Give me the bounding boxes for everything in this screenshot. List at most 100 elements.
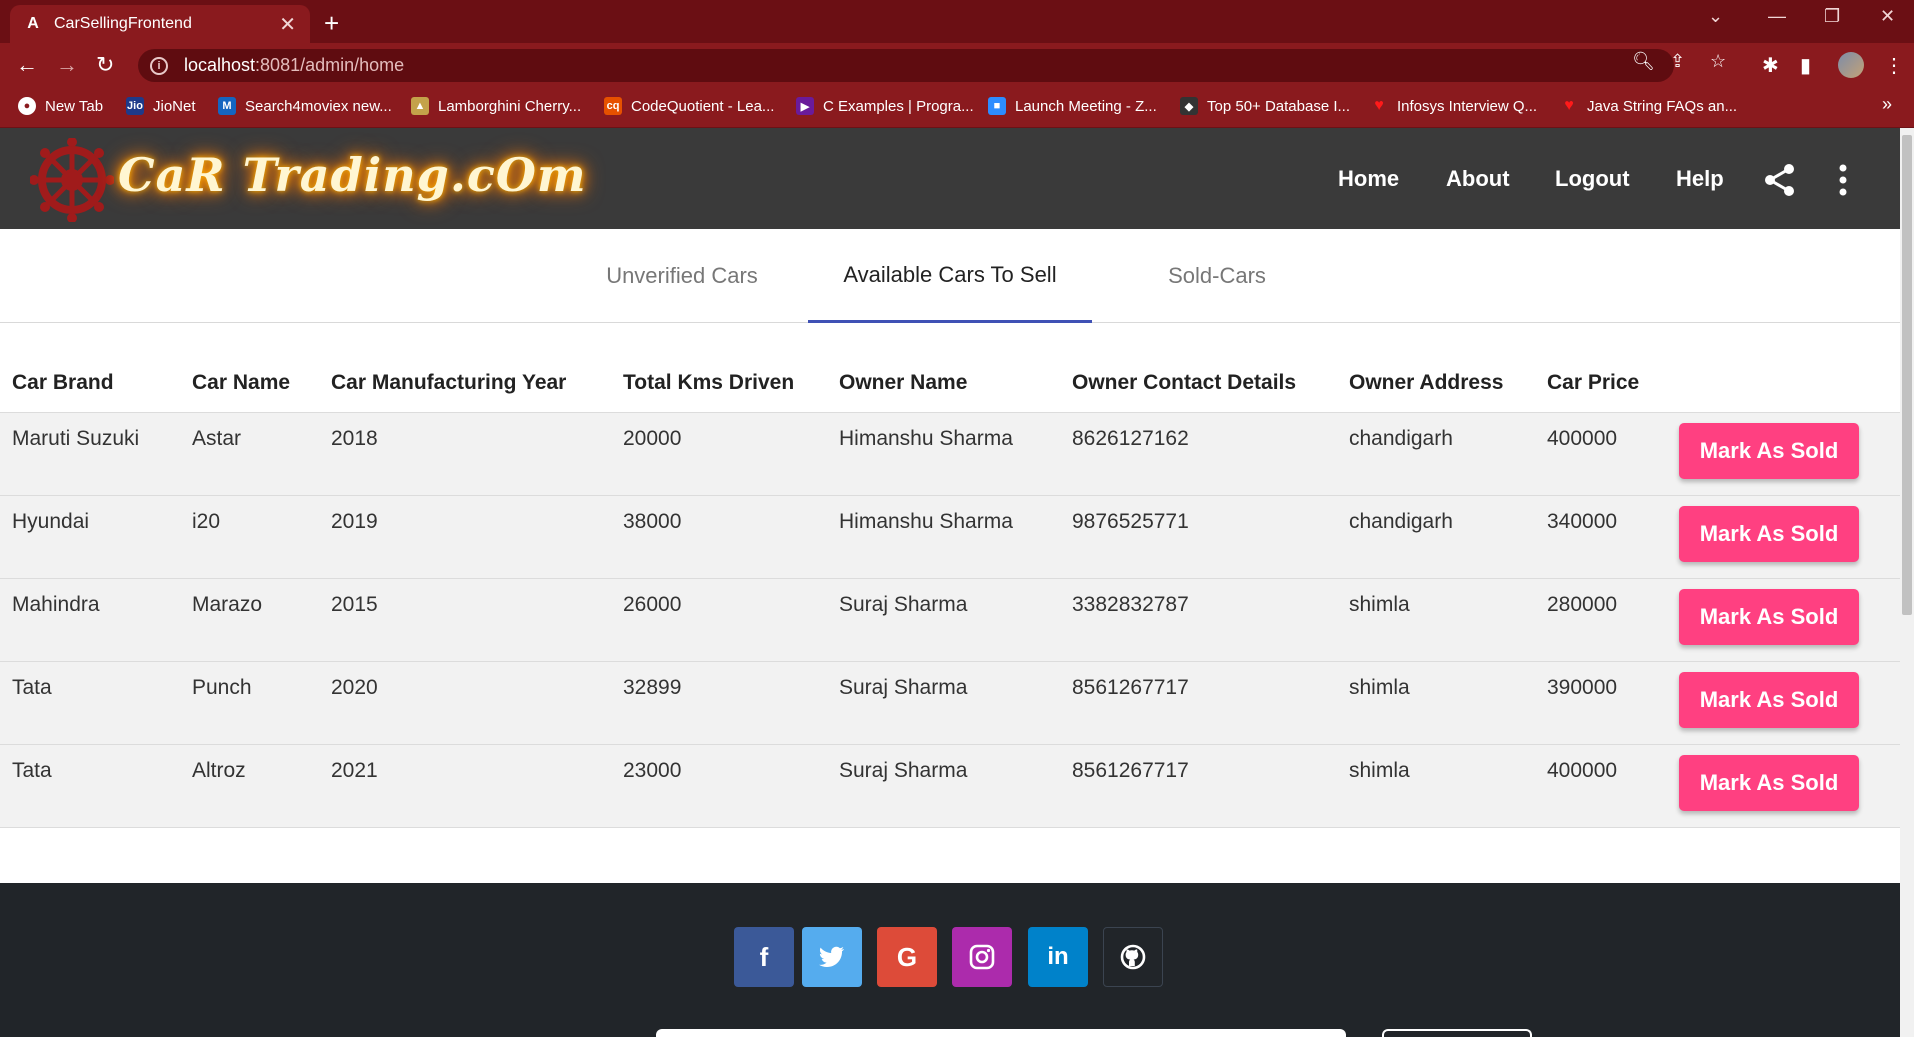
table-cell: shimla [1337, 743, 1535, 828]
table-cell: 400000 [1535, 411, 1667, 495]
bookmark-item[interactable]: ● New Tab [18, 97, 103, 115]
profile-avatar[interactable] [1838, 52, 1864, 78]
nav-home-link[interactable]: Home [1338, 166, 1399, 192]
table-cell: 26000 [611, 577, 827, 661]
more-options-icon[interactable] [1838, 164, 1848, 196]
close-tab-icon[interactable]: ✕ [279, 12, 296, 37]
table-cell: 400000 [1535, 743, 1667, 828]
mark-as-sold-button[interactable]: Mark As Sold [1679, 754, 1859, 811]
brand-logo-text[interactable]: CaR Trading.cOm [118, 148, 587, 202]
back-icon[interactable]: ← [16, 52, 38, 78]
site-info-icon[interactable]: i [150, 56, 168, 75]
bookmark-star-icon[interactable]: ☆ [1710, 51, 1726, 72]
table-cell: Hyundai [0, 494, 180, 578]
chrome-icon: ● [18, 97, 36, 115]
twitter-icon[interactable] [802, 927, 862, 987]
share-page-icon[interactable]: ⇪ [1670, 51, 1685, 72]
bookmark-item[interactable]: Jio JioNet [126, 97, 196, 115]
column-header: Owner Name [839, 371, 968, 395]
close-window-icon[interactable]: ✕ [1880, 6, 1895, 27]
minimize-icon[interactable]: — [1768, 6, 1786, 27]
cq-icon: cq [604, 97, 622, 115]
bookmark-item[interactable]: cq CodeQuotient - Lea... [604, 97, 774, 115]
table-cell: Suraj Sharma [827, 577, 1060, 661]
table-cell: 2019 [319, 494, 611, 578]
table-cell: Punch [180, 660, 319, 744]
column-header-actions [1667, 355, 1900, 412]
instagram-icon[interactable] [952, 927, 1012, 987]
table-cell: 280000 [1535, 577, 1667, 661]
tab-sold-cars[interactable]: Sold-Cars [1116, 229, 1318, 323]
table-cell: 2020 [319, 660, 611, 744]
browser-menu-icon[interactable]: ⋮ [1884, 53, 1904, 78]
mark-as-sold-button[interactable]: Mark As Sold [1679, 422, 1859, 479]
column-header: Car Manufacturing Year [331, 371, 567, 395]
table-cell: shimla [1337, 660, 1535, 744]
wheel-logo-icon [30, 138, 114, 222]
table-cell-action: Mark As Sold [1667, 743, 1900, 828]
table-cell: Suraj Sharma [827, 743, 1060, 828]
table-cell: 32899 [611, 660, 827, 744]
table-cell: chandigarh [1337, 411, 1535, 495]
browser-tab[interactable]: A CarSellingFrontend ✕ [10, 5, 310, 43]
linkedin-icon[interactable]: in [1028, 927, 1088, 987]
table-cell: 8561267717 [1060, 660, 1337, 744]
facebook-icon[interactable]: f [734, 927, 794, 987]
google-icon[interactable]: G [877, 927, 937, 987]
zoom-icon[interactable]: 🔍︎ [1632, 51, 1655, 72]
available-cars-table: Car Brand Car Name Car Manufacturing Yea… [0, 355, 1900, 828]
restore-icon[interactable]: ❐ [1824, 6, 1840, 27]
newsletter-email-input[interactable] [656, 1029, 1346, 1037]
table-cell: Tata [0, 743, 180, 828]
heart-icon: ♥ [1564, 97, 1574, 114]
extensions-icon[interactable]: ✱ [1762, 53, 1779, 78]
lamborghini-icon: ▲ [411, 97, 429, 115]
new-tab-icon[interactable]: + [324, 8, 339, 39]
column-header: Car Price [1547, 371, 1640, 395]
bookmark-item[interactable]: ▶ C Examples | Progra... [796, 97, 974, 115]
bookmark-item[interactable]: ♥ Java String FAQs an... [1560, 97, 1737, 115]
bookmark-label: JioNet [153, 97, 196, 115]
side-panel-icon[interactable]: ▮ [1800, 53, 1811, 78]
tab-unverified-cars[interactable]: Unverified Cars [580, 229, 784, 323]
reload-icon[interactable]: ↻ [96, 52, 114, 78]
bookmark-item[interactable]: ◆ Top 50+ Database I... [1180, 97, 1350, 115]
bookmark-item[interactable]: M Search4moviex new... [218, 97, 392, 115]
bookmark-item[interactable]: ♥ Infosys Interview Q... [1370, 97, 1537, 115]
bookmark-item[interactable]: ▲ Lamborghini Cherry... [411, 97, 581, 115]
table-cell: Himanshu Sharma [827, 411, 1060, 495]
jio-icon: Jio [126, 97, 144, 115]
db-icon: ◆ [1180, 97, 1198, 115]
bookmark-label: Launch Meeting - Z... [1015, 97, 1157, 115]
bookmark-label: Top 50+ Database I... [1207, 97, 1351, 115]
nav-about-link[interactable]: About [1446, 166, 1510, 192]
table-cell: Mahindra [0, 577, 180, 661]
tab-search-icon[interactable]: ⌄ [1708, 6, 1723, 27]
table-cell: Maruti Suzuki [0, 411, 180, 495]
bookmark-label: New Tab [45, 97, 104, 115]
scrollbar-thumb[interactable] [1902, 135, 1912, 615]
nav-logout-link[interactable]: Logout [1555, 166, 1630, 192]
table-cell: 8561267717 [1060, 743, 1337, 828]
nav-help-link[interactable]: Help [1676, 166, 1724, 192]
newsletter-subscribe-button[interactable] [1382, 1029, 1532, 1037]
mark-as-sold-button[interactable]: Mark As Sold [1679, 505, 1859, 562]
bookmark-item[interactable]: ■ Launch Meeting - Z... [988, 97, 1157, 115]
table-cell: 9876525771 [1060, 494, 1337, 578]
table-cell: Suraj Sharma [827, 660, 1060, 744]
bookmark-label: Java String FAQs an... [1587, 97, 1738, 115]
table-cell: 38000 [611, 494, 827, 578]
address-bar[interactable]: i localhost:8081/admin/home [138, 49, 1674, 82]
heart-icon: ♥ [1374, 97, 1384, 114]
bookmark-label: C Examples | Progra... [823, 97, 974, 115]
table-cell: Tata [0, 660, 180, 744]
table-cell: 340000 [1535, 494, 1667, 578]
table-cell-action: Mark As Sold [1667, 660, 1900, 744]
table-header-row: Car Brand Car Name Car Manufacturing Yea… [0, 355, 1900, 412]
mark-as-sold-button[interactable]: Mark As Sold [1679, 588, 1859, 645]
share-icon[interactable] [1764, 163, 1796, 197]
tab-available-cars[interactable]: Available Cars To Sell [808, 229, 1092, 323]
mark-as-sold-button[interactable]: Mark As Sold [1679, 671, 1859, 728]
github-icon[interactable] [1103, 927, 1163, 987]
more-bookmarks-icon[interactable]: » [1882, 94, 1892, 115]
